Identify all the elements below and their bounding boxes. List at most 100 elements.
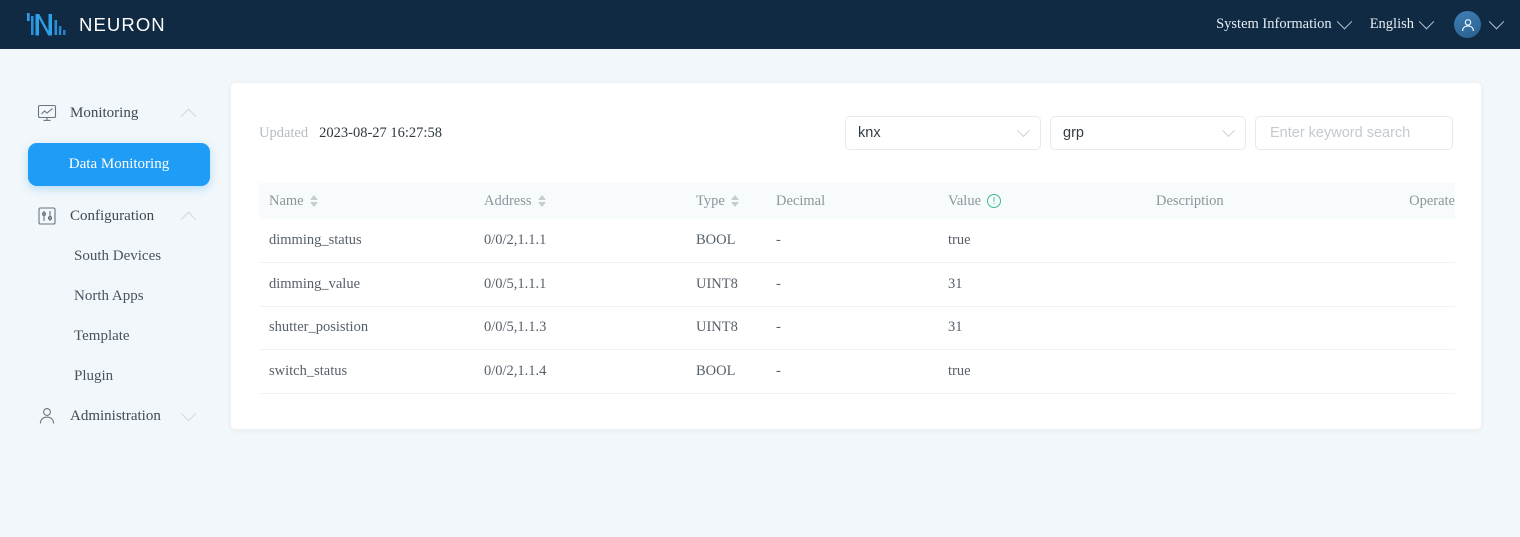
sidebar-group-label: Configuration — [70, 207, 155, 224]
column-label: Description — [1156, 192, 1224, 209]
cell-description — [1146, 349, 1378, 394]
column-header-name[interactable]: Name — [259, 183, 474, 219]
cell-description — [1146, 262, 1378, 307]
group-select[interactable]: grp — [1050, 116, 1246, 150]
sidebar-group-administration[interactable]: Administration — [0, 396, 228, 436]
cell-operate[interactable] — [1378, 349, 1455, 394]
cell-address: 0/0/5,1.1.1 — [474, 262, 686, 307]
sidebar-item-data-monitoring[interactable]: Data Monitoring — [28, 143, 210, 186]
sidebar-group-monitoring[interactable]: Monitoring — [0, 93, 228, 133]
group-select-value: grp — [1063, 125, 1084, 141]
chevron-down-icon — [1222, 123, 1235, 137]
cell-type: UINT8 — [686, 262, 766, 307]
monitor-chart-icon — [36, 102, 58, 124]
sidebar-item-south-devices[interactable]: South Devices — [0, 236, 228, 276]
system-information-label: System Information — [1216, 16, 1332, 32]
cell-value: 31 — [938, 262, 1146, 307]
column-header-address[interactable]: Address — [474, 183, 686, 219]
sliders-icon — [36, 205, 58, 227]
sidebar-group-label: Administration — [70, 407, 161, 424]
column-header-operate: Operate — [1378, 183, 1455, 219]
cell-address: 0/0/2,1.1.1 — [474, 219, 686, 263]
cell-name: dimming_value — [259, 262, 474, 307]
node-select[interactable]: knx — [845, 116, 1041, 150]
column-label: Value — [948, 192, 982, 209]
cell-operate[interactable] — [1378, 306, 1455, 350]
column-header-description: Description — [1146, 183, 1378, 219]
sidebar-item-plugin[interactable]: Plugin — [0, 356, 228, 396]
updated-label: Updated — [259, 124, 309, 141]
filters: knx grp — [845, 116, 1453, 150]
cell-decimal: - — [766, 349, 938, 394]
cell-value: true — [938, 349, 1146, 394]
sidebar-item-label: Template — [74, 327, 130, 344]
sort-arrows-icon[interactable] — [537, 195, 546, 207]
info-icon[interactable]: ! — [987, 194, 1002, 208]
column-label: Name — [269, 192, 304, 209]
column-label: Address — [484, 192, 532, 209]
user-icon — [36, 405, 58, 427]
chevron-down-icon — [1418, 13, 1435, 30]
cell-operate[interactable] — [1378, 219, 1455, 263]
table-header-row: Name Address Type Decimal Value ! Descri… — [259, 183, 1455, 219]
cell-type: BOOL — [686, 349, 766, 394]
chevron-down-icon[interactable] — [1488, 13, 1505, 30]
node-select-value: knx — [858, 125, 881, 141]
chevron-up-icon — [180, 108, 197, 124]
cell-decimal: - — [766, 262, 938, 307]
user-menu[interactable] — [1442, 11, 1505, 38]
cell-type: BOOL — [686, 219, 766, 263]
cell-description — [1146, 219, 1378, 263]
chevron-down-icon — [180, 405, 197, 421]
cell-description — [1146, 306, 1378, 350]
sort-arrows-icon[interactable] — [309, 195, 318, 207]
data-table: Name Address Type Decimal Value ! Descri… — [259, 183, 1455, 394]
sidebar-group-label: Monitoring — [70, 104, 139, 121]
user-avatar-icon[interactable] — [1454, 11, 1481, 38]
chevron-up-icon — [180, 211, 197, 227]
sidebar-item-label: North Apps — [74, 287, 144, 304]
table-header: Name Address Type Decimal Value ! Descri… — [259, 183, 1455, 219]
search-input[interactable] — [1268, 124, 1440, 142]
sidebar-group-configuration[interactable]: Configuration — [0, 196, 228, 236]
app-root: NEURON System Information English Monito… — [0, 0, 1520, 537]
table-row[interactable]: switch_status 0/0/2,1.1.4 BOOL - true — [259, 349, 1455, 394]
column-label: Operate — [1409, 192, 1455, 209]
cell-value: true — [938, 219, 1146, 263]
cell-value: 31 — [938, 306, 1146, 350]
updated-info: Updated 2023-08-27 16:27:58 — [259, 125, 442, 142]
sort-arrows-icon[interactable] — [730, 195, 739, 207]
table-row[interactable]: dimming_status 0/0/2,1.1.1 BOOL - true — [259, 219, 1455, 263]
system-information-menu[interactable]: System Information — [1206, 10, 1360, 39]
column-label: Type — [696, 192, 725, 209]
cell-address: 0/0/2,1.1.4 — [474, 349, 686, 394]
card-toolbar: Updated 2023-08-27 16:27:58 knx grp — [259, 83, 1453, 183]
sidebar-item-north-apps[interactable]: North Apps — [0, 276, 228, 316]
main-content: Updated 2023-08-27 16:27:58 knx grp Ente… — [228, 49, 1520, 537]
sidebar: Monitoring Data Monitoring Configuration… — [0, 49, 228, 537]
updated-timestamp: 2023-08-27 16:27:58 — [319, 124, 442, 141]
cell-name: dimming_status — [259, 219, 474, 263]
cell-operate[interactable] — [1378, 262, 1455, 307]
column-label: Decimal — [776, 192, 826, 209]
table-row[interactable]: shutter_posistion 0/0/5,1.1.3 UINT8 - 31 — [259, 306, 1455, 350]
table-row[interactable]: dimming_value 0/0/5,1.1.1 UINT8 - 31 — [259, 262, 1455, 307]
sidebar-item-template[interactable]: Template — [0, 316, 228, 356]
table-body: dimming_status 0/0/2,1.1.1 BOOL - true d… — [259, 219, 1455, 394]
search-box[interactable] — [1255, 116, 1453, 150]
language-label: English — [1369, 16, 1414, 32]
brand[interactable]: NEURON — [26, 10, 166, 40]
language-menu[interactable]: English — [1360, 10, 1442, 39]
cell-decimal: - — [766, 306, 938, 350]
data-monitoring-card: Updated 2023-08-27 16:27:58 knx grp Ente… — [230, 82, 1482, 430]
cell-name: switch_status — [259, 349, 474, 394]
brand-name: NEURON — [79, 13, 166, 35]
column-header-type[interactable]: Type — [686, 183, 766, 219]
sidebar-item-label: Plugin — [74, 367, 114, 384]
column-header-decimal: Decimal — [766, 183, 938, 219]
cell-name: shutter_posistion — [259, 306, 474, 350]
chevron-down-icon — [1017, 123, 1030, 137]
cell-type: UINT8 — [686, 306, 766, 350]
column-header-value: Value ! — [938, 183, 1146, 219]
topbar-right-menu: System Information English — [1206, 10, 1505, 39]
